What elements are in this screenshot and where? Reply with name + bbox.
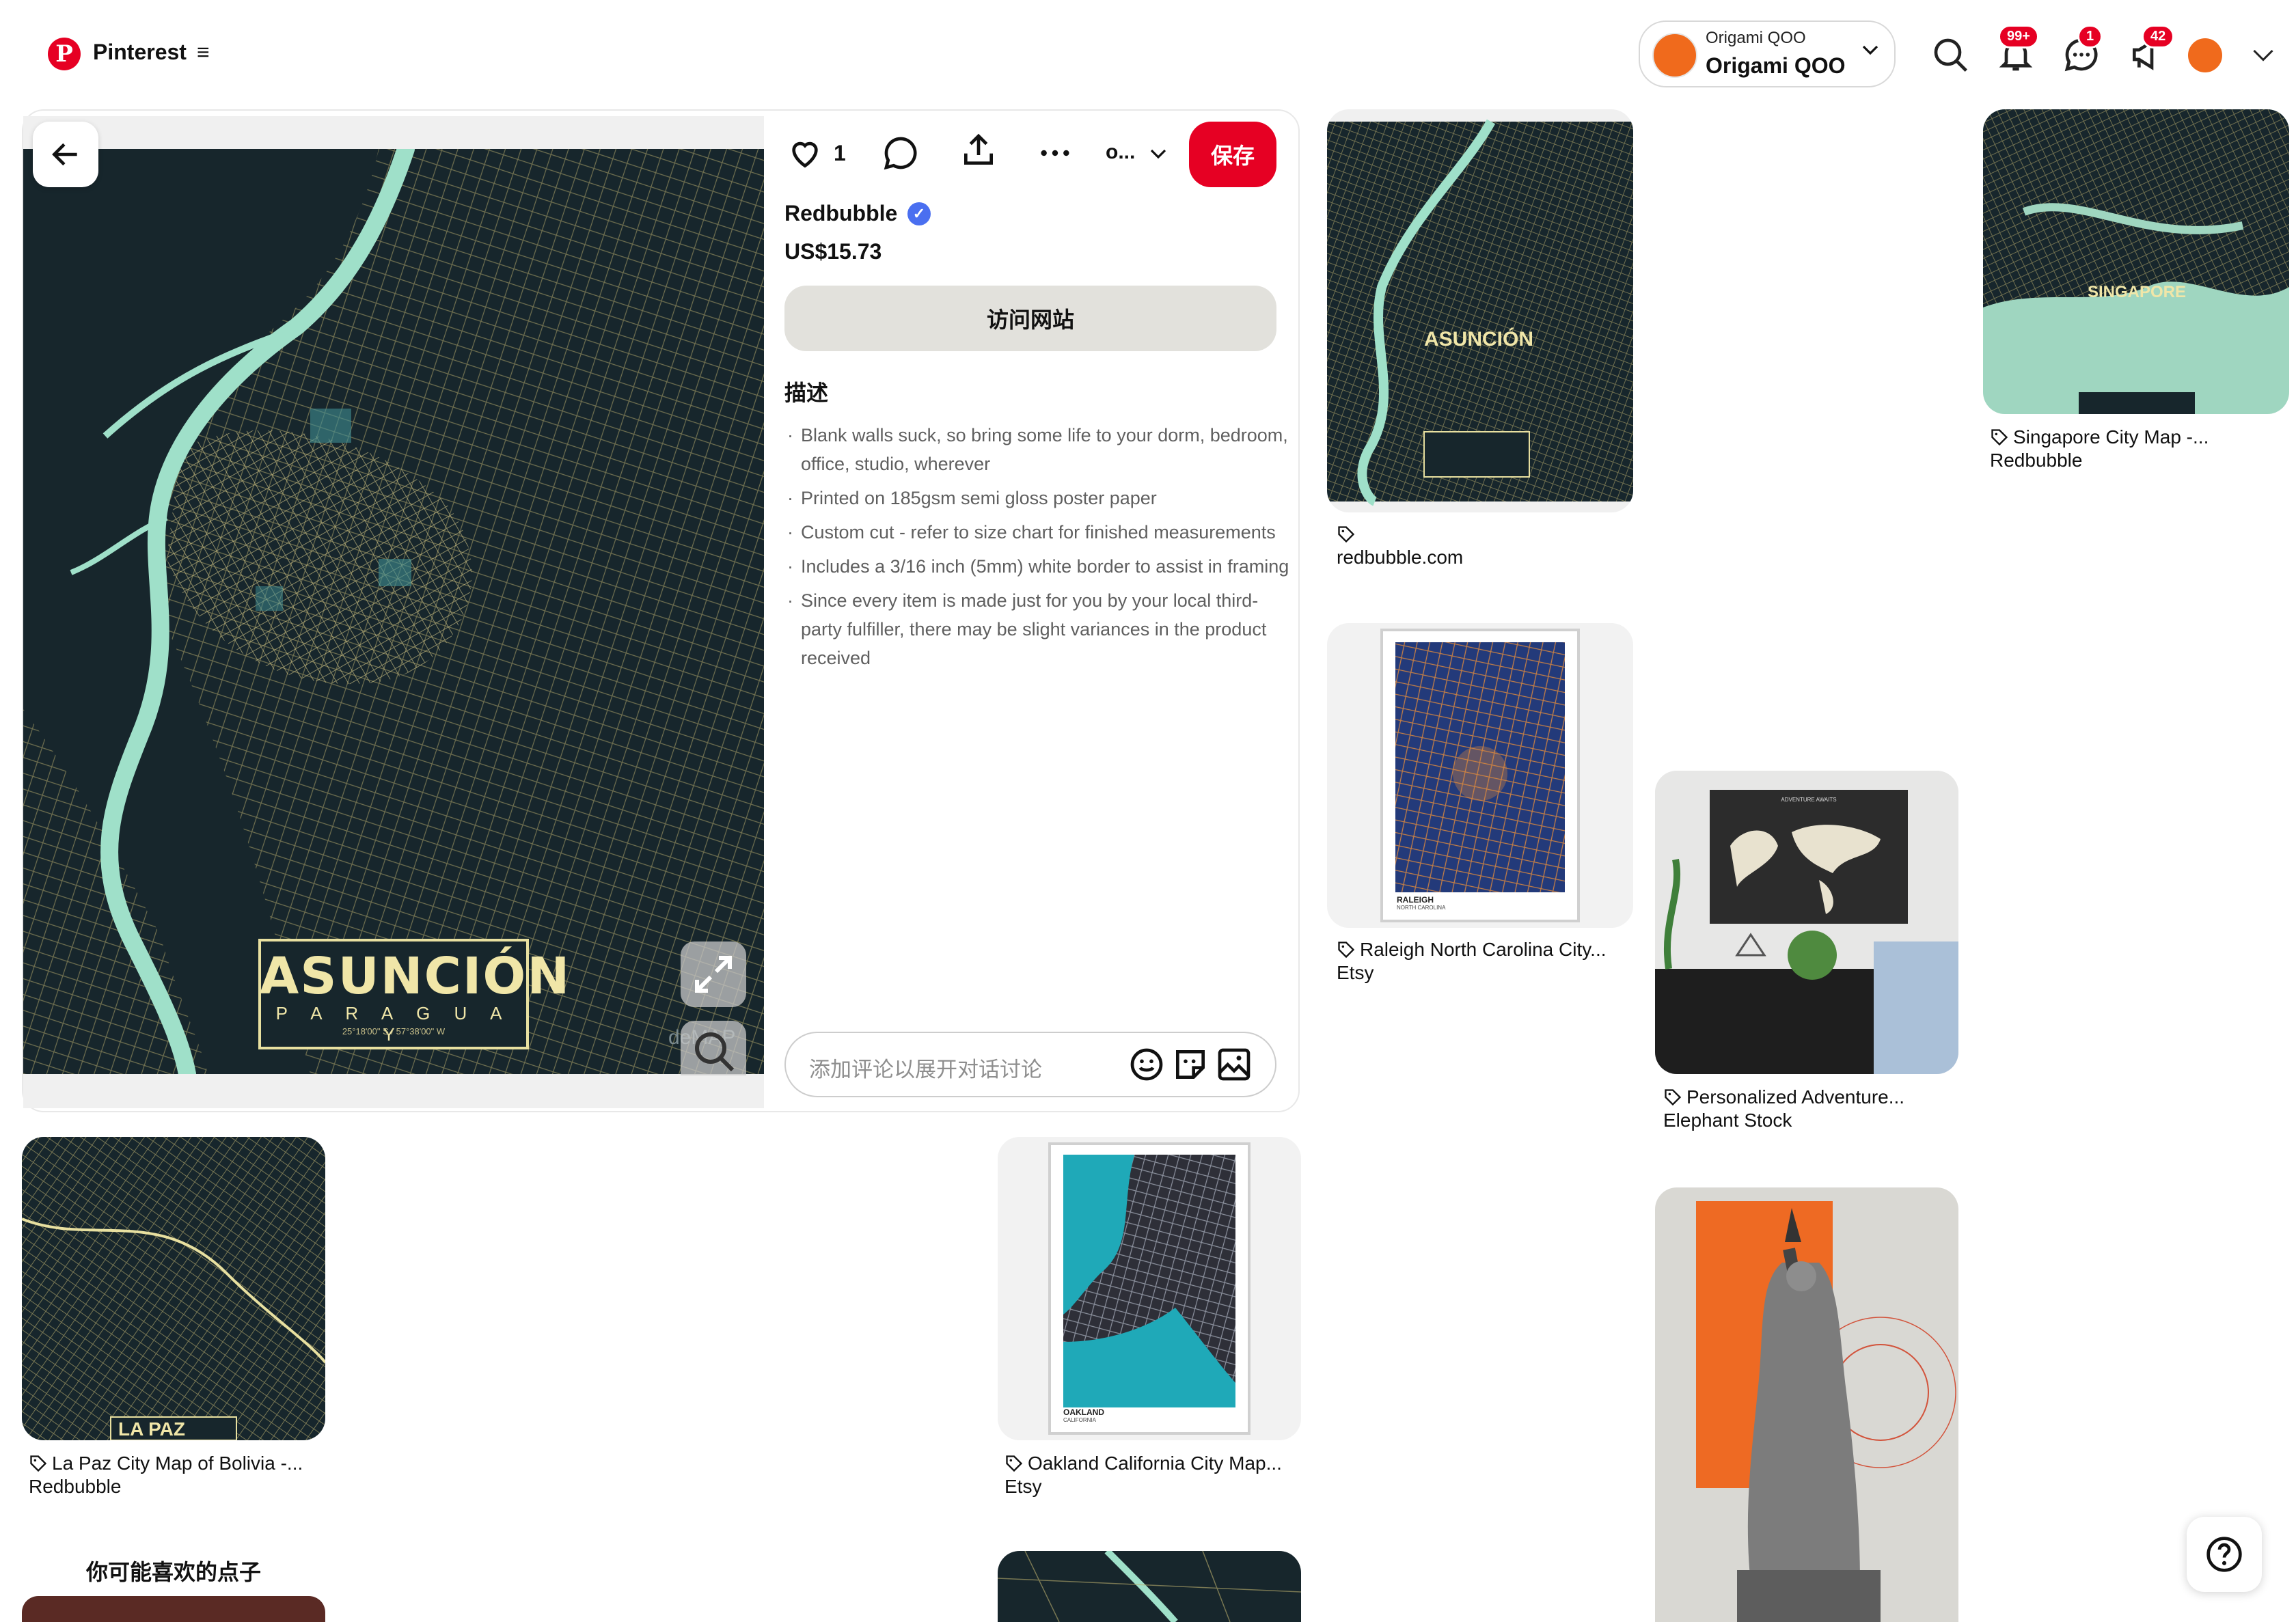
description-item: Printed on 185gsm semi gloss poster pape… — [784, 484, 1290, 512]
pin-title: Singapore City Map -... — [2013, 426, 2209, 448]
help-icon — [2206, 1537, 2242, 1572]
pin-caption: OAKLAND — [1063, 1407, 1104, 1417]
price: US$15.73 — [784, 239, 882, 264]
pin-title: Oakland California City Map... — [1028, 1453, 1282, 1474]
account-name: Origami QOO — [1706, 53, 1846, 78]
tag-icon — [30, 1455, 47, 1472]
search-icon[interactable] — [1931, 36, 1969, 74]
map-title: ASUNCIÓN — [260, 947, 571, 1006]
profile-avatar[interactable] — [2188, 38, 2222, 72]
pin-title-row[interactable]: Singapore City Map -... — [1990, 426, 2209, 448]
pin-caption: SINGAPORE — [2087, 283, 2187, 301]
expand-icon — [695, 956, 732, 993]
messages-badge: 1 — [2077, 25, 2103, 49]
pin-card-partial[interactable] — [22, 1596, 325, 1622]
pin-card-raleigh[interactable] — [1327, 623, 1633, 928]
pin-card-adventure[interactable] — [1655, 771, 1958, 1074]
chevron-down-icon[interactable] — [2248, 42, 2278, 67]
pin-source[interactable]: Elephant Stock — [1663, 1110, 1792, 1131]
visit-site-button[interactable]: 访问网站 — [784, 286, 1276, 351]
board-selector[interactable]: o... — [1106, 141, 1135, 164]
pin-subcaption: NORTH CAROLINA — [1397, 905, 1446, 911]
comment-icon[interactable] — [882, 134, 920, 172]
tag-icon — [1006, 1455, 1023, 1472]
pin-card-partial[interactable] — [998, 1551, 1301, 1622]
tag-icon — [1665, 1089, 1682, 1106]
updates-badge: 42 — [2142, 25, 2175, 49]
back-button[interactable] — [33, 122, 98, 187]
pin-title-row[interactable]: La Paz City Map of Bolivia -... — [29, 1453, 303, 1474]
pin-card-lapaz[interactable] — [22, 1137, 325, 1440]
visual-search-button[interactable] — [681, 1021, 746, 1075]
more-options-icon[interactable] — [1036, 134, 1074, 172]
verified-check-icon: ✓ — [907, 202, 931, 225]
pin-caption: ASUNCIÓN — [1424, 328, 1534, 350]
pin-title-row[interactable]: Personalized Adventure... — [1663, 1086, 1904, 1108]
pin-title-row[interactable]: Raleigh North Carolina City... — [1337, 939, 1607, 961]
tag-icon — [1337, 525, 1356, 547]
sticker-icon[interactable] — [1171, 1045, 1210, 1084]
account-sub-label: Origami QOO — [1706, 29, 1806, 47]
pin-source[interactable]: Etsy — [1337, 962, 1374, 984]
menu-icon[interactable]: ≡ — [197, 40, 210, 65]
tag-icon — [1338, 941, 1355, 959]
map-coordinates: 25°18'00" S / 57°38'00" W — [342, 1026, 446, 1036]
pin-title: Personalized Adventure... — [1686, 1086, 1905, 1108]
description-list: Blank walls suck, so bring some life to … — [784, 421, 1290, 678]
pin-caption: LA PAZ — [118, 1418, 185, 1440]
asuncion-map-image[interactable] — [23, 149, 764, 1074]
help-button[interactable] — [2187, 1517, 2262, 1592]
pin-card-asuncion[interactable] — [1327, 109, 1633, 512]
pin-caption: RALEIGH — [1397, 895, 1434, 905]
chevron-down-icon[interactable] — [1860, 40, 1881, 66]
like-count: 1 — [834, 141, 846, 165]
image-upload-icon[interactable] — [1215, 1045, 1253, 1084]
lens-icon — [695, 1032, 735, 1072]
pin-title: La Paz City Map of Bolivia -... — [52, 1453, 303, 1474]
heart-icon[interactable] — [786, 134, 824, 172]
pin-source[interactable]: Redbubble — [1990, 450, 2082, 471]
comment-placeholder: 添加评论以展开对话讨论 — [809, 1058, 1042, 1082]
pin-title: Raleigh North Carolina City... — [1360, 939, 1607, 960]
description-item: Since every item is made just for you by… — [784, 586, 1290, 672]
pin-source[interactable]: redbubble.com — [1337, 547, 1463, 568]
tag-icon — [1991, 429, 2008, 446]
brand-name[interactable]: Pinterest — [93, 40, 187, 65]
notifications-badge: 99+ — [1998, 25, 2039, 49]
account-avatar — [1652, 33, 1697, 78]
pin-card-singapore[interactable] — [1983, 109, 2289, 414]
pin-title-row[interactable]: Oakland California City Map... — [1004, 1453, 1282, 1474]
chevron-down-icon[interactable] — [1148, 143, 1168, 164]
description-heading: 描述 — [784, 381, 829, 405]
share-icon[interactable] — [959, 131, 998, 169]
pin-source[interactable]: Redbubble — [29, 1476, 121, 1498]
merchant-name[interactable]: Redbubble — [784, 201, 897, 226]
save-button[interactable]: 保存 — [1189, 122, 1276, 187]
arrow-left-icon — [52, 143, 77, 166]
description-item: Includes a 3/16 inch (5mm) white border … — [784, 552, 1290, 581]
pin-subcaption: CALIFORNIA — [1063, 1417, 1097, 1423]
description-item: Custom cut - refer to size chart for fin… — [784, 518, 1290, 547]
pin-card-liberty[interactable] — [1655, 1187, 1958, 1622]
pin-card-oakland[interactable] — [998, 1137, 1301, 1440]
expand-image-button[interactable] — [681, 941, 746, 1007]
map-country: P A R A G U A Y — [275, 1003, 512, 1045]
description-item: Blank walls suck, so bring some life to … — [784, 421, 1290, 478]
section-title: 你可能喜欢的点子 — [86, 1560, 262, 1584]
emoji-icon[interactable] — [1128, 1045, 1166, 1084]
pinterest-logo[interactable]: P — [48, 38, 81, 70]
pin-source[interactable]: Etsy — [1004, 1476, 1041, 1498]
poster-title: ADVENTURE AWAITS — [1781, 797, 1837, 803]
